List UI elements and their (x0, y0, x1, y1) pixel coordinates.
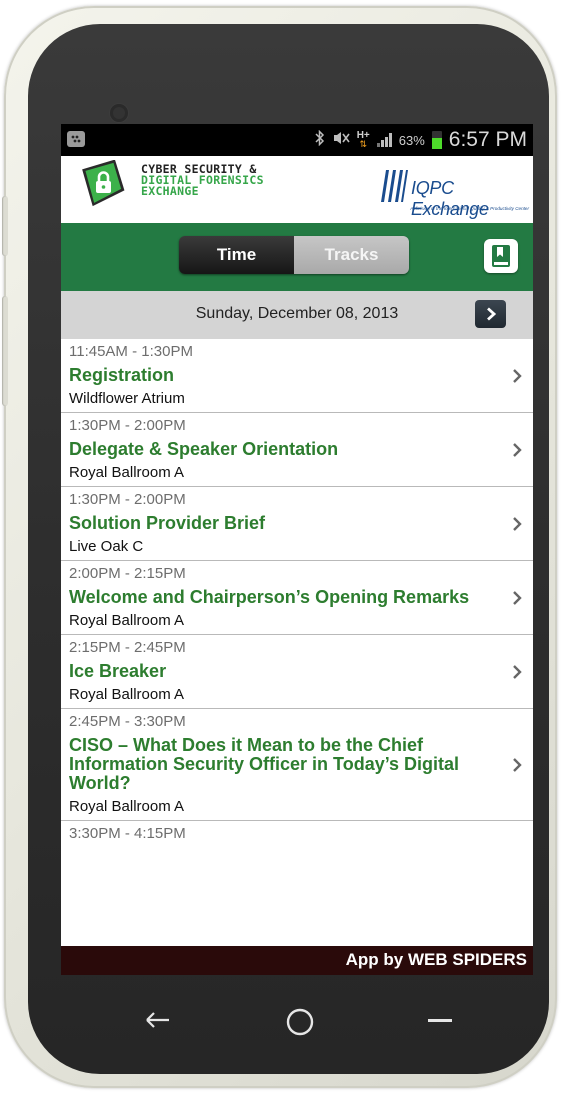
session-list: 11:45AM - 1:30PM Registration Wildflower… (61, 339, 533, 847)
chevron-right-icon (513, 516, 522, 531)
battery-percent: 63% (398, 132, 425, 148)
chevron-right-icon (486, 307, 496, 321)
bbm-icon (67, 131, 85, 147)
session-title: Delegate & Speaker Orientation (69, 439, 339, 459)
session-time: 1:30PM - 2:00PM (69, 417, 186, 434)
session-time: 1:30PM - 2:00PM (69, 491, 186, 508)
list-item[interactable]: 1:30PM - 2:00PM Solution Provider Brief … (61, 487, 533, 561)
view-toggle: Time Tracks (179, 236, 409, 274)
volume-key (2, 196, 8, 256)
session-time: 3:30PM - 4:15PM (69, 825, 186, 842)
next-day-button[interactable] (475, 300, 506, 328)
bookmark-button[interactable] (484, 239, 518, 273)
session-time: 2:45PM - 3:30PM (69, 713, 186, 730)
data-arrows-icon: ⇅ (359, 139, 367, 149)
session-title: Solution Provider Brief (69, 513, 266, 533)
mute-icon (332, 130, 350, 150)
front-camera (110, 104, 128, 122)
current-date: Sunday, December 08, 2013 (195, 305, 399, 322)
list-item[interactable]: 11:45AM - 1:30PM Registration Wildflower… (61, 339, 533, 413)
chevron-right-icon (513, 442, 522, 457)
session-title: Welcome and Chairperson’s Opening Remark… (69, 587, 470, 607)
status-clock: 6:57 PM (448, 128, 527, 151)
network-type-icon: H+ ⇅ (356, 130, 370, 149)
session-room: Royal Ballroom A (69, 798, 185, 815)
session-room: Royal Ballroom A (69, 686, 185, 703)
lock-shield-icon (82, 160, 125, 207)
footer-credit-bar: App by WEB SPIDERS (61, 946, 533, 975)
session-title: CISO – What Does it Mean to be the Chief… (69, 735, 460, 793)
app-screen: H+ ⇅ 63% 6:57 PM CYBER SECURITY & DIGITA… (61, 124, 533, 975)
status-bar: H+ ⇅ 63% 6:57 PM (61, 124, 533, 156)
chevron-right-icon (513, 664, 522, 679)
session-time: 2:00PM - 2:15PM (69, 565, 186, 582)
menu-icon[interactable] (426, 1018, 454, 1024)
list-item[interactable]: 1:30PM - 2:00PM Delegate & Speaker Orien… (61, 413, 533, 487)
session-time: 11:45AM - 1:30PM (69, 343, 193, 360)
session-room: Royal Ballroom A (69, 464, 185, 481)
tab-time[interactable]: Time (179, 236, 294, 274)
back-icon[interactable] (144, 1010, 172, 1030)
battery-icon (431, 131, 442, 149)
session-time: 2:15PM - 2:45PM (69, 639, 186, 656)
bluetooth-icon (315, 129, 325, 150)
toolbar: Time Tracks (61, 223, 533, 291)
home-icon[interactable] (284, 1007, 316, 1037)
event-logo: CYBER SECURITY & DIGITAL FORENSICS EXCHA… (141, 163, 264, 198)
power-key (2, 296, 8, 406)
iqpc-logo-tagline: A division of the International Quality … (410, 206, 529, 211)
footer-credit: App by WEB SPIDERS (345, 950, 527, 969)
signal-icon (376, 133, 392, 147)
chevron-right-icon (513, 590, 522, 605)
session-room: Royal Ballroom A (69, 612, 185, 629)
chevron-right-icon (513, 368, 522, 383)
list-item[interactable]: 2:00PM - 2:15PM Welcome and Chairperson’… (61, 561, 533, 635)
chevron-right-icon (513, 757, 522, 772)
list-item[interactable]: 3:30PM - 4:15PM (61, 821, 533, 847)
session-title: Registration (69, 365, 175, 385)
session-room: Wildflower Atrium (69, 390, 185, 407)
date-bar: Sunday, December 08, 2013 (61, 291, 533, 339)
event-logo-line3: EXCHANGE (141, 184, 199, 198)
tab-tracks[interactable]: Tracks (294, 236, 409, 274)
list-item[interactable]: 2:45PM - 3:30PM CISO – What Does it Mean… (61, 709, 533, 821)
session-room: Live Oak C (69, 538, 144, 555)
list-item[interactable]: 2:15PM - 2:45PM Ice Breaker Royal Ballro… (61, 635, 533, 709)
iqpc-logo-mark (381, 170, 408, 202)
bookmark-icon (492, 245, 510, 267)
app-header: CYBER SECURITY & DIGITAL FORENSICS EXCHA… (61, 156, 533, 224)
iqpc-logo-name: IQPC Exchange (411, 178, 489, 219)
session-title: Ice Breaker (69, 661, 167, 681)
